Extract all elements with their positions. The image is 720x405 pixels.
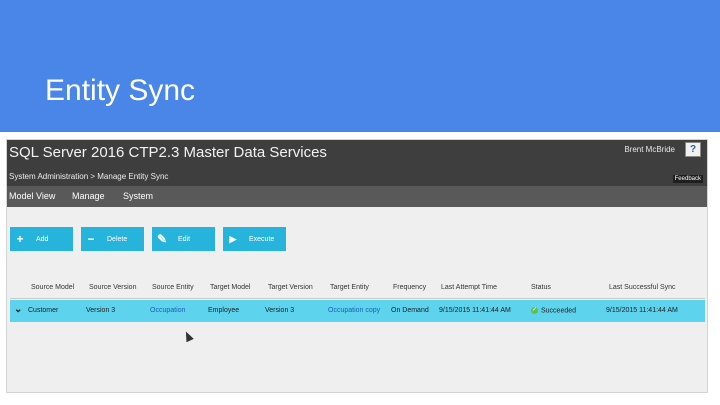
slide-title: Entity Sync — [45, 74, 196, 107]
delete-button-label: Delete — [107, 235, 128, 243]
edit-button-label: Edit — [178, 235, 191, 243]
col-target-entity[interactable]: Target Entity — [330, 284, 369, 291]
minus-icon: − — [87, 232, 95, 246]
col-source-version[interactable]: Source Version — [89, 284, 136, 291]
table-row[interactable]: ⌄ Customer Version 3 Occupation Employee… — [10, 300, 705, 322]
grid-header: Source Model Source Version Source Entit… — [10, 280, 705, 299]
col-target-model[interactable]: Target Model — [210, 284, 250, 291]
col-last-attempt-time[interactable]: Last Attempt Time — [441, 284, 497, 291]
col-source-entity[interactable]: Source Entity — [152, 284, 194, 291]
mouse-cursor-icon — [182, 329, 194, 343]
col-last-successful-sync[interactable]: Last Successful Sync — [609, 284, 676, 291]
menu-manage[interactable]: Manage — [72, 191, 105, 201]
menu-system[interactable]: System — [123, 191, 153, 201]
feedback-button[interactable]: Feedback — [672, 175, 703, 183]
app-topbar: SQL Server 2016 CTP2.3 Master Data Servi… — [7, 140, 707, 186]
col-frequency[interactable]: Frequency — [393, 284, 426, 291]
edit-button[interactable]: ✎ Edit — [152, 227, 215, 251]
delete-button[interactable]: − Delete — [81, 227, 144, 251]
cell-source-version: Version 3 — [86, 307, 116, 314]
menu-model-view[interactable]: Model View — [9, 191, 55, 201]
add-button[interactable]: + Add — [10, 227, 73, 251]
app-title: SQL Server 2016 CTP2.3 Master Data Servi… — [9, 144, 327, 161]
edit-icon: ✎ — [156, 232, 168, 246]
menu-bar: Model View Manage System — [7, 186, 707, 207]
cell-frequency: On Demand — [391, 307, 429, 314]
col-status[interactable]: Status — [531, 284, 551, 291]
breadcrumb: System Administration > Manage Entity Sy… — [9, 172, 169, 181]
cell-source-entity[interactable]: Occupation — [150, 307, 185, 314]
check-circle-icon: ✓ — [531, 307, 538, 314]
entity-sync-grid: Source Model Source Version Source Entit… — [10, 280, 705, 322]
play-icon: ▶ — [229, 234, 237, 244]
cell-target-entity[interactable]: Occupation copy — [328, 307, 380, 314]
plus-icon: + — [16, 232, 24, 246]
cell-last-attempt-time: 9/15/2015 11:41:44 AM — [439, 307, 511, 314]
mds-screenshot: SQL Server 2016 CTP2.3 Master Data Servi… — [6, 139, 708, 393]
add-button-label: Add — [36, 235, 49, 243]
cell-target-version: Version 3 — [265, 307, 295, 314]
cell-status: ✓ Succeeded — [531, 307, 576, 314]
execute-button-label: Execute — [249, 235, 275, 243]
help-icon[interactable]: ? — [685, 142, 701, 157]
cell-source-model: Customer — [28, 307, 59, 314]
cell-last-successful-sync: 9/15/2015 11:41:44 AM — [606, 307, 678, 314]
slide-header: Entity Sync — [0, 0, 720, 132]
col-source-model[interactable]: Source Model — [31, 284, 74, 291]
execute-button[interactable]: ▶ Execute — [223, 227, 286, 251]
chevron-down-icon[interactable]: ⌄ — [14, 304, 22, 315]
status-text: Succeeded — [541, 307, 577, 315]
cell-target-model: Employee — [208, 307, 240, 314]
user-name[interactable]: Brent McBride — [624, 145, 675, 154]
col-target-version[interactable]: Target Version — [268, 284, 313, 291]
